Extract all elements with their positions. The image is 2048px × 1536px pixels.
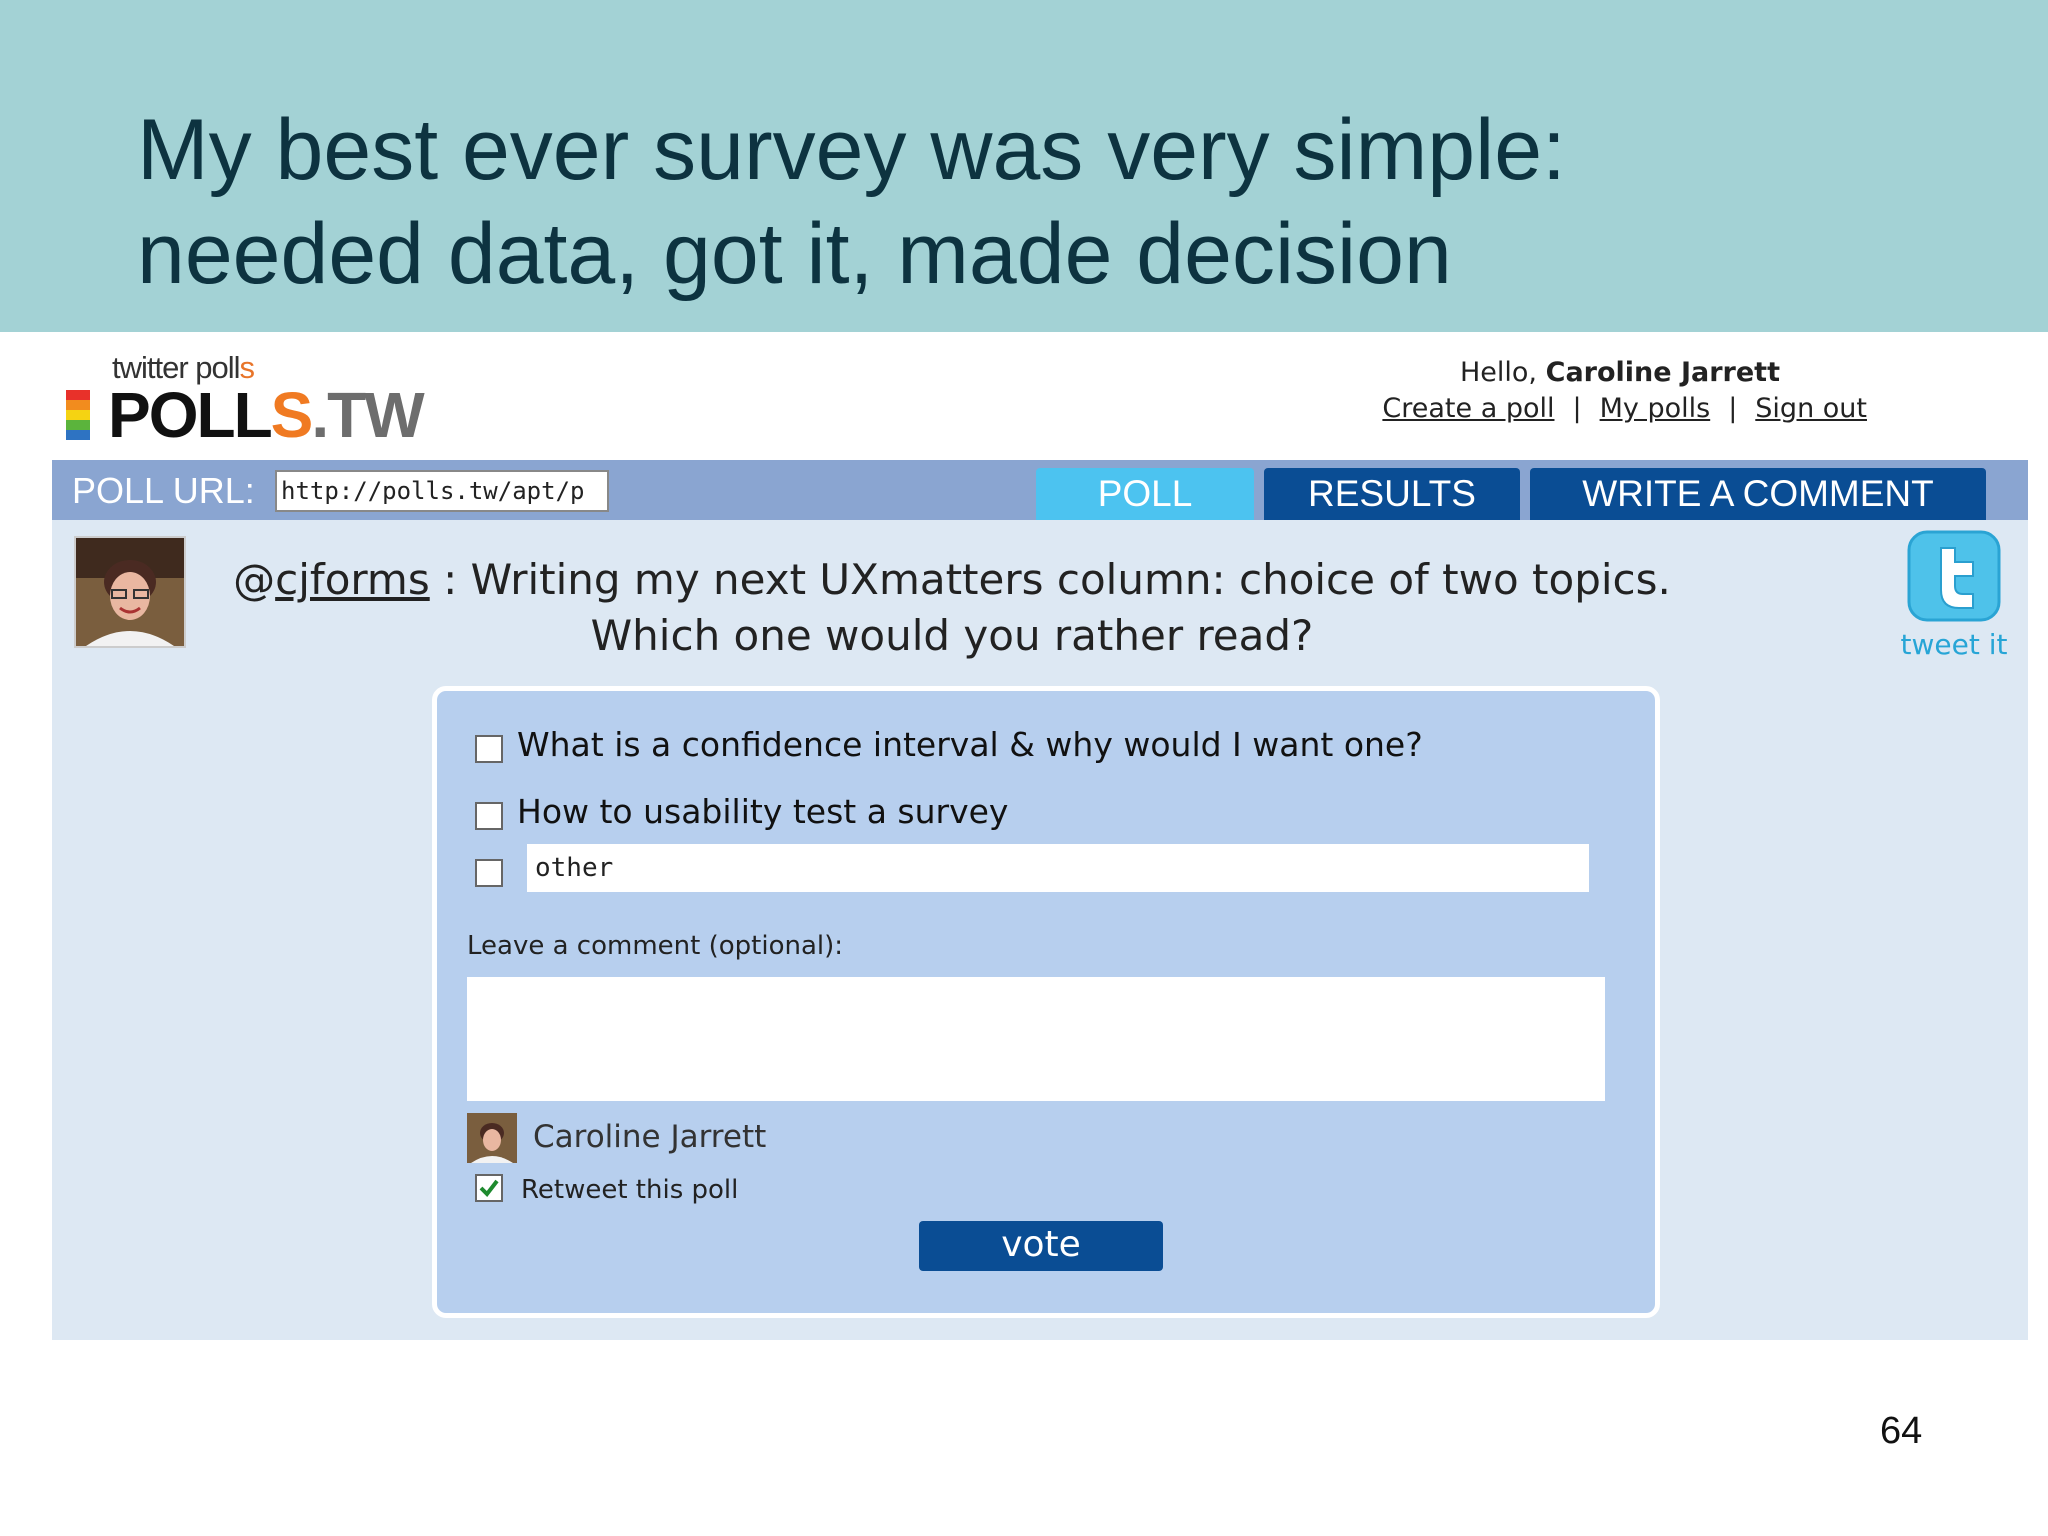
comment-label: Leave a comment (optional): [467, 931, 844, 961]
polls-tw-logo[interactable]: twitter polls POLLS.TW [66, 350, 426, 451]
poll-question: @cjforms : Writing my next UXmatters col… [233, 555, 1671, 660]
user-links: Create a poll | My polls | Sign out [1382, 393, 1867, 424]
poll-navbar: POLL URL: POLL RESULTS WRITE A COMMENT [52, 460, 2028, 520]
twitter-icon [1907, 530, 2001, 622]
poll-url-label: POLL URL: [72, 470, 255, 511]
comment-textarea[interactable] [467, 977, 1605, 1101]
user-name: Caroline Jarrett [1545, 357, 1780, 388]
author-avatar[interactable] [74, 536, 186, 648]
commenter-name: Caroline Jarrett [533, 1119, 767, 1155]
slide-header: My best ever survey was very simple: nee… [0, 0, 2048, 332]
slide-title-line-1: My best ever survey was very simple: [137, 102, 1566, 198]
tweet-it-label: tweet it [1900, 628, 2008, 661]
slide-title: My best ever survey was very simple: nee… [137, 98, 1937, 306]
retweet-label[interactable]: Retweet this poll [521, 1175, 738, 1205]
author-handle-link[interactable]: cjforms [275, 555, 430, 604]
create-poll-link[interactable]: Create a poll [1382, 393, 1554, 424]
tab-results[interactable]: RESULTS [1264, 468, 1520, 520]
check-icon [479, 1179, 499, 1198]
my-polls-link[interactable]: My polls [1600, 393, 1711, 424]
option-1-checkbox[interactable] [475, 735, 503, 763]
slide-page-number: 64 [1880, 1410, 1923, 1452]
poll-frame: POLL URL: POLL RESULTS WRITE A COMMENT @… [52, 460, 2028, 1340]
tab-write-comment[interactable]: WRITE A COMMENT [1530, 468, 1986, 520]
poll-url-input[interactable] [275, 470, 609, 512]
poll-panel: What is a confidence interval & why woul… [432, 686, 1660, 1318]
rainbow-bar-icon [66, 390, 90, 440]
tab-poll[interactable]: POLL [1036, 468, 1254, 520]
other-option-input[interactable]: other [527, 844, 1589, 892]
commenter-avatar [467, 1113, 517, 1163]
vote-button[interactable]: vote [919, 1221, 1163, 1271]
tweet-it-button[interactable]: tweet it [1898, 530, 2010, 661]
option-2-checkbox[interactable] [475, 802, 503, 830]
slide-title-line-2: needed data, got it, made decision [137, 206, 1452, 302]
option-2-label[interactable]: How to usability test a survey [517, 792, 1008, 831]
user-greeting: Hello, Caroline Jarrett [1460, 357, 1780, 388]
retweet-checkbox[interactable] [475, 1174, 503, 1202]
option-1-label[interactable]: What is a confidence interval & why woul… [517, 725, 1423, 764]
option-other-checkbox[interactable] [475, 859, 503, 887]
sign-out-link[interactable]: Sign out [1755, 393, 1867, 424]
logo-wordmark: POLLS.TW [108, 379, 425, 451]
